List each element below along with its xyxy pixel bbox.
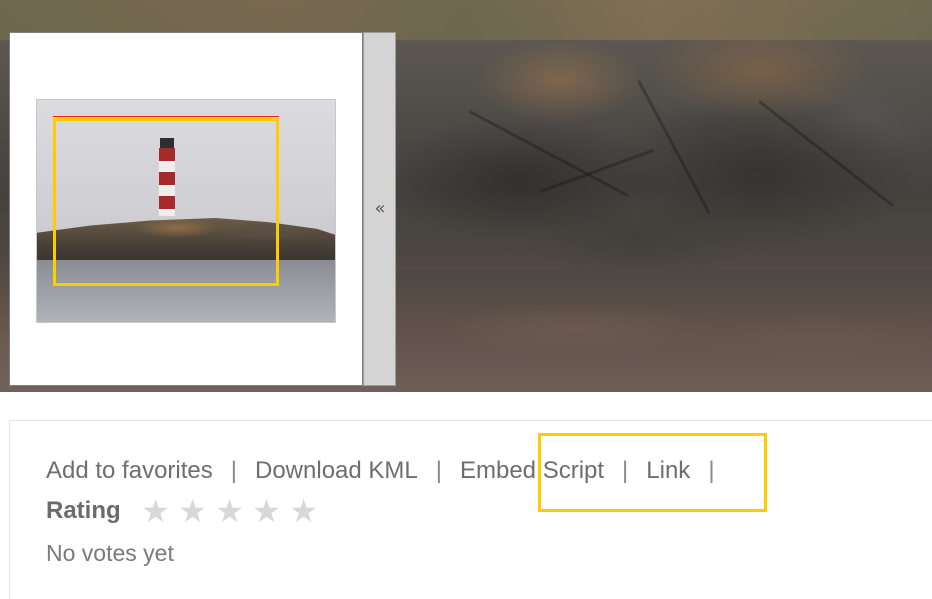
overview-panel [9,32,363,386]
download-kml-link[interactable]: Download KML [255,457,418,484]
overview-thumbnail[interactable] [36,99,336,323]
photo-rock-detail [637,80,711,214]
rating-stars: ★ ★ ★ ★ ★ [137,495,322,527]
star-icon[interactable]: ★ [137,495,174,527]
overview-viewport-rectangle[interactable] [53,118,279,286]
embed-script-highlight [538,433,767,512]
photo-rock-detail [758,100,894,208]
photo-viewer[interactable]: « [0,0,932,392]
overview-collapse-button[interactable]: « [363,32,396,386]
rating-label: Rating [46,497,121,524]
photo-shore-area [396,270,932,392]
separator: | [435,457,442,484]
star-icon[interactable]: ★ [211,495,248,527]
votes-count: No votes yet [46,540,174,566]
thumbnail-red-line [53,116,279,117]
collapse-left-icon: « [374,198,386,219]
add-to-favorites-link[interactable]: Add to favorites [46,457,213,484]
star-icon[interactable]: ★ [248,495,285,527]
photo-rock-detail [468,110,629,198]
star-icon[interactable]: ★ [174,495,211,527]
star-icon[interactable]: ★ [285,495,322,527]
rating-row: Rating ★ ★ ★ ★ ★ [46,495,322,527]
photo-info-panel: Add to favorites | Download KML | Embed Scri… [9,420,932,599]
separator: | [230,457,237,484]
